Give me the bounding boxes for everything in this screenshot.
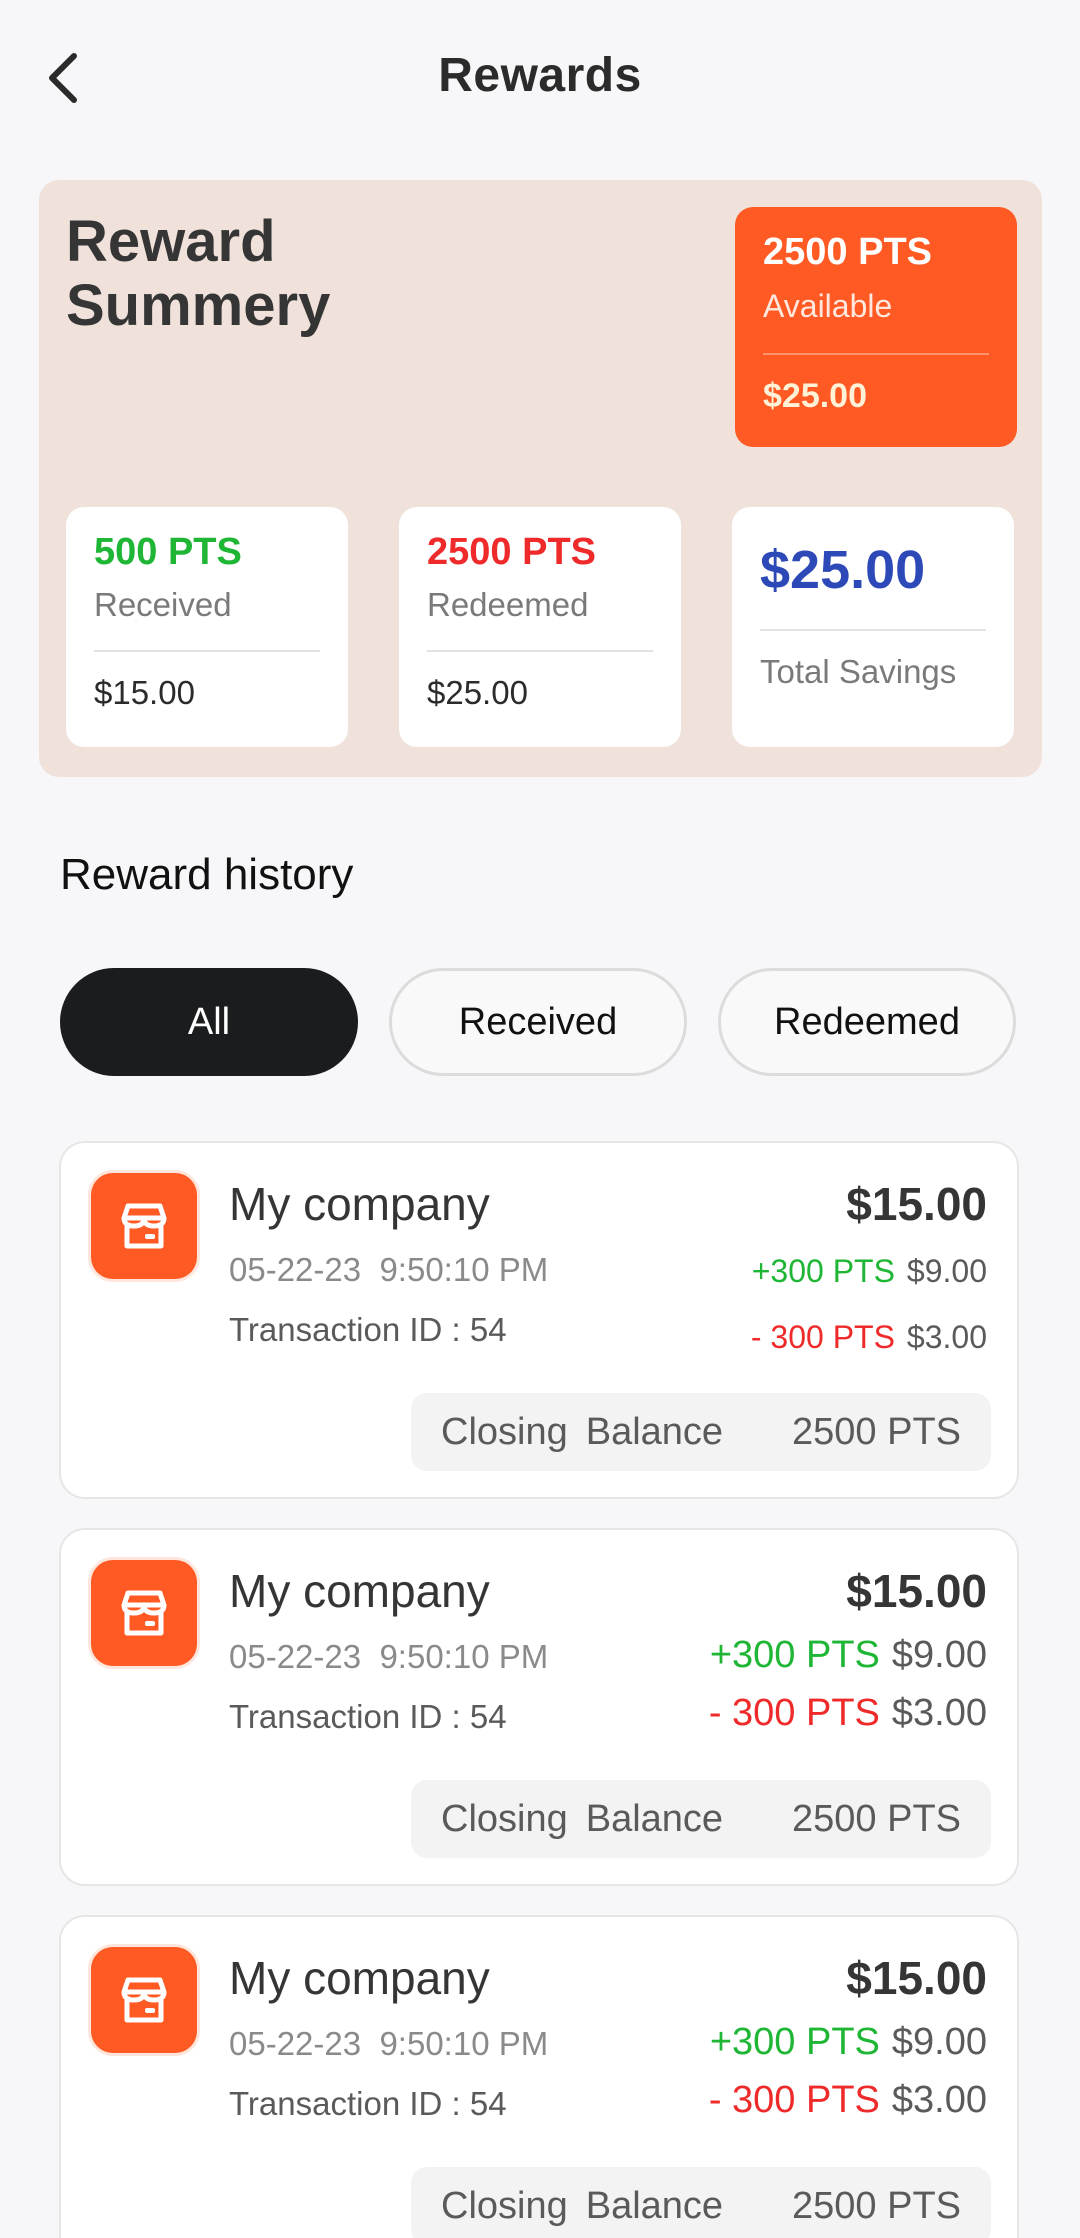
closing-balance-value: 2500 PTS: [792, 1797, 961, 1840]
closing-balance: Closing Balance 2500 PTS: [411, 1780, 991, 1858]
received-amount: $15.00: [94, 674, 195, 711]
transaction-card[interactable]: My company 05-22-23 9:50:10 PM Transacti…: [59, 1528, 1019, 1886]
transaction-date: 05-22-23: [229, 1638, 362, 1675]
transaction-total: $15.00: [846, 1565, 987, 1617]
closing-label-word1: Closing: [441, 1410, 568, 1453]
closing-label-word2: Balance: [585, 1410, 724, 1453]
points-earned: +300 PTS: [709, 2021, 880, 2063]
closing-balance-value: 2500 PTS: [792, 1410, 961, 1453]
company-name: My company: [229, 1565, 490, 1617]
total-savings-amount: $25.00: [760, 540, 926, 600]
divider: [94, 650, 320, 652]
received-points: 500 PTS: [94, 531, 242, 573]
points-redeemed: - 300 PTS: [708, 2079, 880, 2121]
closing-label-word2: Balance: [585, 1797, 724, 1840]
transaction-date: 05-22-23: [229, 1251, 362, 1288]
transaction-time: 9:50:10 PM: [379, 2025, 549, 2062]
rewards-screen: Rewards Reward Summery 2500 PTS Availabl…: [0, 0, 1080, 2238]
transaction-date: 05-22-23: [229, 2025, 362, 2062]
closing-label-word1: Closing: [441, 1797, 568, 1840]
points-earned-row: +300 PTS $9.00: [710, 2021, 987, 2064]
total-savings-label: Total Savings: [760, 653, 957, 690]
page-title: Rewards: [438, 49, 642, 102]
points-redeemed-row: - 300 PTS $3.00: [709, 1692, 987, 1735]
points-redeemed-row: - 300 PTS $3.00: [751, 1319, 987, 1356]
closing-label-word1: Closing: [441, 2184, 568, 2227]
redeemed-label: Redeemed: [427, 586, 589, 623]
redeemed-amount: $25.00: [427, 674, 528, 711]
transaction-total: $15.00: [846, 1178, 987, 1230]
closing-balance: Closing Balance 2500 PTS: [411, 2167, 991, 2238]
closing-balance-value: 2500 PTS: [792, 2184, 961, 2227]
points-redeemed-amount: $3.00: [891, 1692, 987, 1734]
points-earned-row: +300 PTS $9.00: [710, 1634, 987, 1677]
filter-received-button[interactable]: Received: [389, 968, 687, 1076]
points-earned: +300 PTS: [751, 1253, 895, 1289]
transaction-total: $15.00: [846, 1952, 987, 2004]
summary-title: Reward Summery: [66, 209, 331, 338]
received-points-card[interactable]: 500 PTS Received $15.00: [66, 507, 348, 747]
divider: [427, 650, 653, 652]
transaction-time: 9:50:10 PM: [379, 1251, 549, 1288]
points-redeemed-row: - 300 PTS $3.00: [709, 2079, 987, 2122]
reward-summary-panel: Reward Summery 2500 PTS Available $25.00…: [39, 180, 1042, 777]
store-icon: [91, 1560, 197, 1666]
company-name: My company: [229, 1178, 490, 1230]
redeemed-points-card[interactable]: 2500 PTS Redeemed $25.00: [399, 507, 681, 747]
filter-redeemed-button[interactable]: Redeemed: [718, 968, 1016, 1076]
company-name: My company: [229, 1952, 490, 2004]
divider: [760, 629, 986, 631]
total-savings-card[interactable]: $25.00 Total Savings: [732, 507, 1014, 747]
closing-balance: Closing Balance 2500 PTS: [411, 1393, 991, 1471]
points-earned-row: +300 PTS $9.00: [752, 1253, 987, 1290]
transaction-id: Transaction ID : 54: [229, 1311, 507, 1348]
store-icon: [91, 1173, 197, 1279]
redeemed-points: 2500 PTS: [427, 531, 596, 573]
transaction-datetime: 05-22-23 9:50:10 PM: [229, 1251, 548, 1289]
points-earned-amount: $9.00: [906, 1253, 987, 1289]
transaction-card[interactable]: My company 05-22-23 9:50:10 PM Transacti…: [59, 1915, 1019, 2238]
header: Rewards: [0, 0, 1080, 160]
store-icon: [91, 1947, 197, 2053]
points-redeemed: - 300 PTS: [708, 1692, 880, 1734]
transaction-id: Transaction ID : 54: [229, 1698, 507, 1735]
transaction-datetime: 05-22-23 9:50:10 PM: [229, 1638, 548, 1676]
transaction-id: Transaction ID : 54: [229, 2085, 507, 2122]
available-label: Available: [763, 288, 893, 324]
points-redeemed-amount: $3.00: [891, 2079, 987, 2121]
closing-label-word2: Balance: [585, 2184, 724, 2227]
divider: [763, 353, 989, 355]
available-points: 2500 PTS: [763, 231, 932, 273]
points-redeemed-amount: $3.00: [906, 1319, 987, 1355]
points-redeemed: - 300 PTS: [750, 1319, 895, 1355]
points-earned: +300 PTS: [709, 1634, 880, 1676]
transaction-card[interactable]: My company 05-22-23 9:50:10 PM Transacti…: [59, 1141, 1019, 1499]
transaction-datetime: 05-22-23 9:50:10 PM: [229, 2025, 548, 2063]
transaction-time: 9:50:10 PM: [379, 1638, 549, 1675]
points-earned-amount: $9.00: [891, 1634, 987, 1676]
available-amount: $25.00: [763, 377, 867, 415]
reward-history-title: Reward history: [60, 850, 354, 899]
filter-all-button[interactable]: All: [60, 968, 358, 1076]
available-points-card[interactable]: 2500 PTS Available $25.00: [735, 207, 1017, 447]
received-label: Received: [94, 586, 232, 623]
points-earned-amount: $9.00: [891, 2021, 987, 2063]
